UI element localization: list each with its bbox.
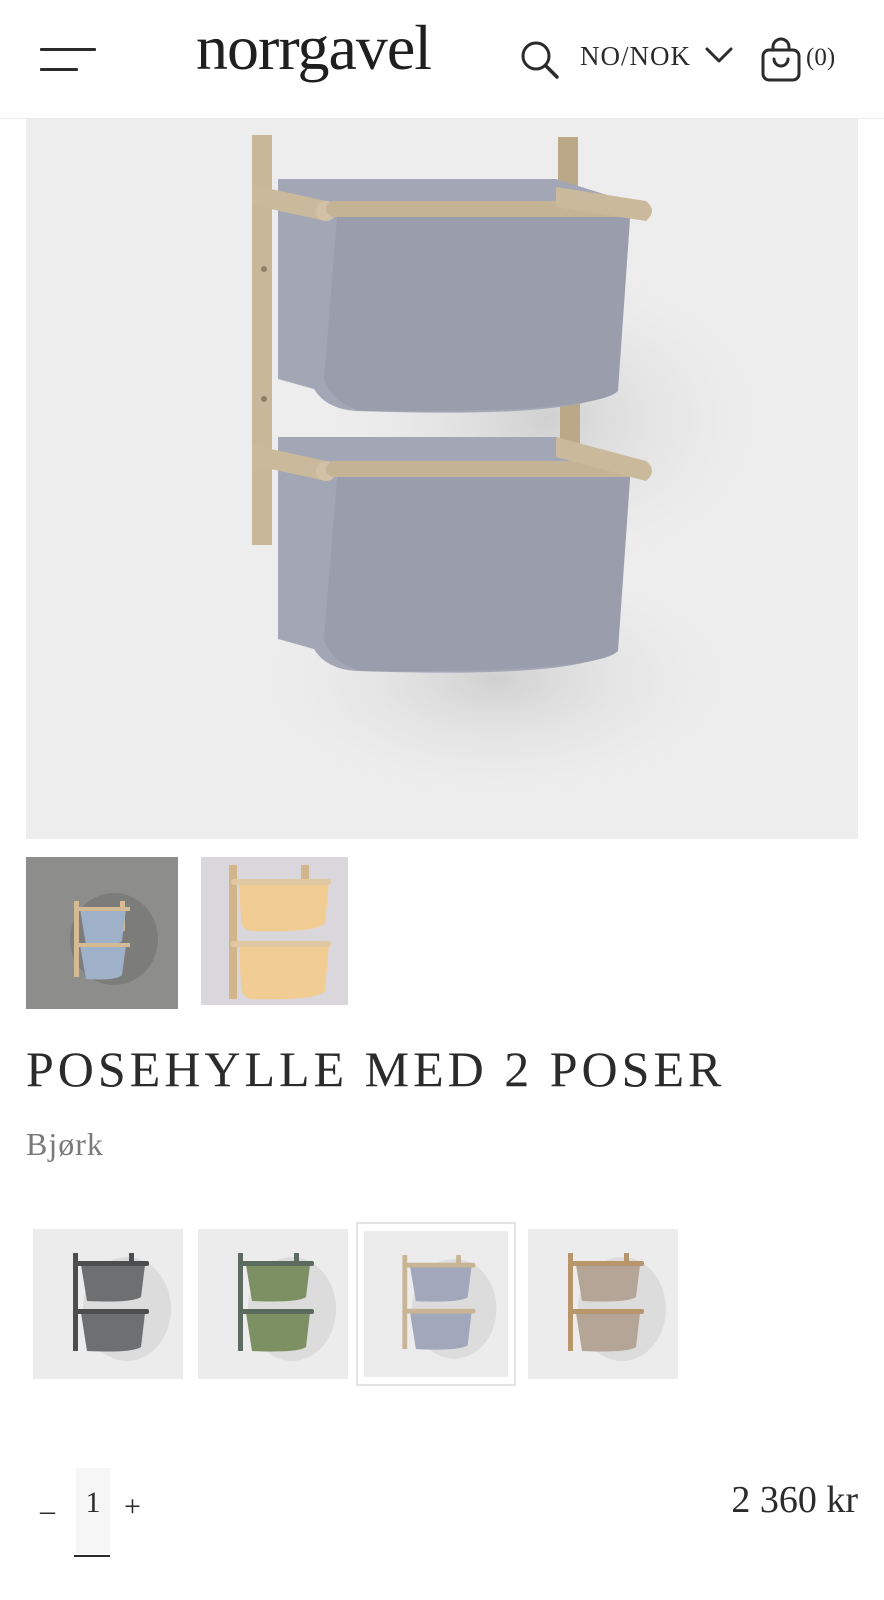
gallery-thumbnail[interactable] [201, 857, 348, 1005]
thumbnail-image [70, 893, 158, 985]
variant-image [238, 1253, 336, 1361]
menu-icon[interactable] [40, 46, 98, 74]
shelf-illustration [236, 135, 786, 809]
chevron-down-icon[interactable] [704, 44, 734, 66]
variant-image [568, 1253, 666, 1361]
product-title: POSEHYLLE MED 2 POSER [26, 1041, 726, 1097]
site-header: norrgavel NO/NOK (0) [0, 0, 884, 119]
thumbnail-image [229, 865, 331, 1000]
product-price: 2 360 kr [731, 1479, 858, 1521]
locale-selector[interactable]: NO/NOK [580, 41, 691, 72]
quantity-underline [74, 1555, 110, 1557]
variant-swatch[interactable] [198, 1229, 348, 1379]
variant-image [402, 1255, 497, 1359]
variant-swatch[interactable] [528, 1229, 678, 1379]
cart-icon[interactable] [760, 37, 802, 83]
variant-image [73, 1253, 171, 1361]
quantity-input[interactable]: 1 [76, 1468, 110, 1554]
quantity-decrease-button[interactable]: – [40, 1494, 55, 1528]
variant-swatch[interactable] [33, 1229, 183, 1379]
logo[interactable]: norrgavel [196, 16, 432, 80]
product-main-image[interactable] [26, 119, 858, 839]
product-variant-name: Bjørk [26, 1126, 104, 1162]
variant-swatch-selected[interactable] [356, 1222, 516, 1386]
gallery-thumbnail[interactable] [26, 857, 178, 1009]
cart-count[interactable]: (0) [806, 44, 835, 72]
search-icon[interactable] [520, 40, 560, 80]
quantity-increase-button[interactable]: + [124, 1490, 141, 1524]
variant-swatch-inner [364, 1231, 508, 1377]
